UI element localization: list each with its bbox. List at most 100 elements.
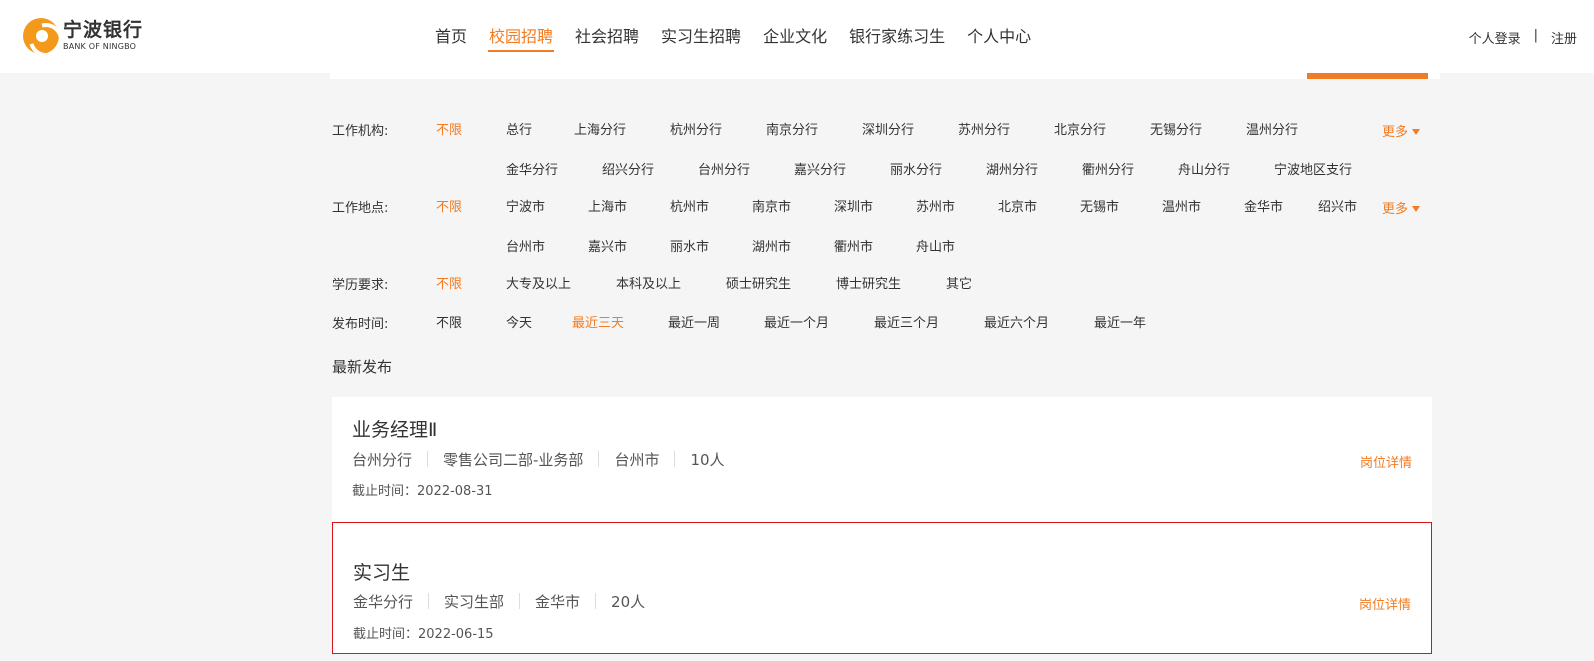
login-link[interactable]: 个人登录: [1469, 28, 1521, 47]
filter-option[interactable]: 北京分行: [1054, 119, 1106, 138]
filter-label-education: 学历要求:: [332, 278, 389, 293]
filter-label-institution: 工作机构:: [332, 124, 389, 139]
caret-down-icon: [1412, 206, 1421, 212]
filter-option[interactable]: 最近一个月: [764, 312, 829, 331]
filter-label-location: 工作地点:: [332, 201, 389, 216]
filter-option[interactable]: 金华市: [1244, 196, 1283, 215]
filter-option[interactable]: 绍兴分行: [602, 159, 654, 178]
filter-option[interactable]: 丽水分行: [890, 159, 942, 178]
filter-option[interactable]: 其它: [946, 273, 972, 292]
meta-divider: [598, 451, 600, 467]
logo-cn-text: 宁波银行: [63, 19, 144, 41]
job-meta: 台州分行 零售公司二部-业务部 台州市 10人: [352, 449, 725, 470]
filter-option[interactable]: 硕士研究生: [726, 273, 791, 292]
job-branch: 台州分行: [352, 451, 413, 469]
nav-campus-recruit[interactable]: 校园招聘: [480, 0, 562, 73]
location-more-toggle[interactable]: 更多: [1382, 198, 1421, 217]
account-separator: |: [1533, 28, 1538, 43]
nav-intern-recruit[interactable]: 实习生招聘: [652, 0, 750, 73]
job-headcount: 10人: [690, 451, 725, 469]
job-branch: 金华分行: [353, 593, 414, 611]
filter-option[interactable]: 无锡分行: [1150, 119, 1202, 138]
bank-logo[interactable]: 宁波银行 BANK OF NINGBO: [23, 17, 143, 55]
filter-option[interactable]: 苏州市: [916, 196, 955, 215]
filter-option[interactable]: 博士研究生: [836, 273, 901, 292]
nav-social-recruit[interactable]: 社会招聘: [566, 0, 648, 73]
account-links: 个人登录 | 注册: [1469, 28, 1577, 47]
filter-option[interactable]: 衢州市: [834, 236, 873, 255]
filter-option[interactable]: 舟山市: [916, 236, 955, 255]
filter-option-any[interactable]: 不限: [436, 196, 462, 215]
filter-option-any[interactable]: 不限: [436, 312, 462, 331]
filter-option[interactable]: 湖州分行: [986, 159, 1038, 178]
filter-option[interactable]: 宁波地区支行: [1274, 159, 1352, 178]
filter-option[interactable]: 最近三个月: [874, 312, 939, 331]
filter-option[interactable]: 大专及以上: [506, 273, 571, 292]
job-headcount: 20人: [611, 593, 646, 611]
filter-option[interactable]: 北京市: [998, 196, 1037, 215]
filter-option[interactable]: 衢州分行: [1082, 159, 1134, 178]
search-panel-edge: [330, 73, 1440, 79]
nav-culture[interactable]: 企业文化: [754, 0, 836, 73]
filter-option[interactable]: 深圳分行: [862, 119, 914, 138]
job-department: 零售公司二部-业务部: [443, 451, 584, 469]
job-card[interactable]: 业务经理Ⅱ 台州分行 零售公司二部-业务部 台州市 10人 截止时间：2022-…: [332, 397, 1432, 522]
filter-option[interactable]: 宁波市: [506, 196, 545, 215]
filter-option[interactable]: 金华分行: [506, 159, 558, 178]
filter-option[interactable]: 最近一周: [668, 312, 720, 331]
job-card-highlighted[interactable]: 实习生 金华分行 实习生部 金华市 20人 截止时间：2022-06-15 岗位…: [332, 522, 1432, 654]
filter-option[interactable]: 温州分行: [1246, 119, 1298, 138]
institution-more-toggle[interactable]: 更多: [1382, 121, 1421, 140]
nav-personal-center[interactable]: 个人中心: [958, 0, 1040, 73]
filter-option[interactable]: 总行: [506, 119, 532, 138]
bank-logo-icon: [23, 18, 59, 54]
nav-home[interactable]: 首页: [426, 0, 476, 73]
search-button-edge[interactable]: [1307, 73, 1428, 79]
filter-option-any[interactable]: 不限: [436, 273, 462, 292]
meta-divider: [428, 593, 430, 609]
filter-option[interactable]: 湖州市: [752, 236, 791, 255]
logo-en-text: BANK OF NINGBO: [63, 42, 137, 51]
job-deadline: 截止时间：2022-08-31: [352, 484, 493, 499]
meta-divider: [427, 451, 429, 467]
filter-option[interactable]: 台州市: [506, 236, 545, 255]
job-meta: 金华分行 实习生部 金华市 20人: [353, 591, 645, 612]
meta-divider: [595, 593, 597, 609]
filter-option[interactable]: 南京市: [752, 196, 791, 215]
filter-option[interactable]: 上海分行: [574, 119, 626, 138]
job-title[interactable]: 实习生: [353, 558, 410, 585]
job-deadline: 截止时间：2022-06-15: [353, 627, 494, 642]
job-title[interactable]: 业务经理Ⅱ: [352, 415, 437, 442]
filter-option[interactable]: 绍兴市: [1318, 196, 1357, 215]
register-link[interactable]: 注册: [1551, 28, 1577, 47]
filter-option[interactable]: 温州市: [1162, 196, 1201, 215]
main-nav: 首页 校园招聘 社会招聘 实习生招聘 企业文化 银行家练习生 个人中心: [426, 0, 1044, 73]
filter-option[interactable]: 嘉兴市: [588, 236, 627, 255]
filter-option-any[interactable]: 不限: [436, 119, 462, 138]
filter-option[interactable]: 最近一年: [1094, 312, 1146, 331]
meta-divider: [519, 593, 521, 609]
caret-down-icon: [1412, 129, 1421, 135]
job-city: 台州市: [614, 451, 660, 469]
filter-option[interactable]: 今天: [506, 312, 532, 331]
filter-option[interactable]: 上海市: [588, 196, 627, 215]
job-detail-link[interactable]: 岗位详情: [1359, 594, 1411, 613]
filter-option[interactable]: 苏州分行: [958, 119, 1010, 138]
filter-option[interactable]: 丽水市: [670, 236, 709, 255]
filter-option-selected[interactable]: 最近三天: [572, 312, 624, 331]
filter-option[interactable]: 本科及以上: [616, 273, 681, 292]
filter-option[interactable]: 深圳市: [834, 196, 873, 215]
filter-option[interactable]: 最近六个月: [984, 312, 1049, 331]
filter-option[interactable]: 台州分行: [698, 159, 750, 178]
filter-option[interactable]: 南京分行: [766, 119, 818, 138]
filter-option[interactable]: 无锡市: [1080, 196, 1119, 215]
filter-option[interactable]: 杭州分行: [670, 119, 722, 138]
filter-option[interactable]: 杭州市: [670, 196, 709, 215]
job-detail-link[interactable]: 岗位详情: [1360, 452, 1412, 471]
top-header: 宁波银行 BANK OF NINGBO 首页 校园招聘 社会招聘 实习生招聘 企…: [0, 0, 1594, 73]
nav-banker-trainee[interactable]: 银行家练习生: [840, 0, 954, 73]
filter-option[interactable]: 嘉兴分行: [794, 159, 846, 178]
meta-divider: [674, 451, 676, 467]
filter-option[interactable]: 舟山分行: [1178, 159, 1230, 178]
section-title: 最新发布: [332, 358, 393, 376]
